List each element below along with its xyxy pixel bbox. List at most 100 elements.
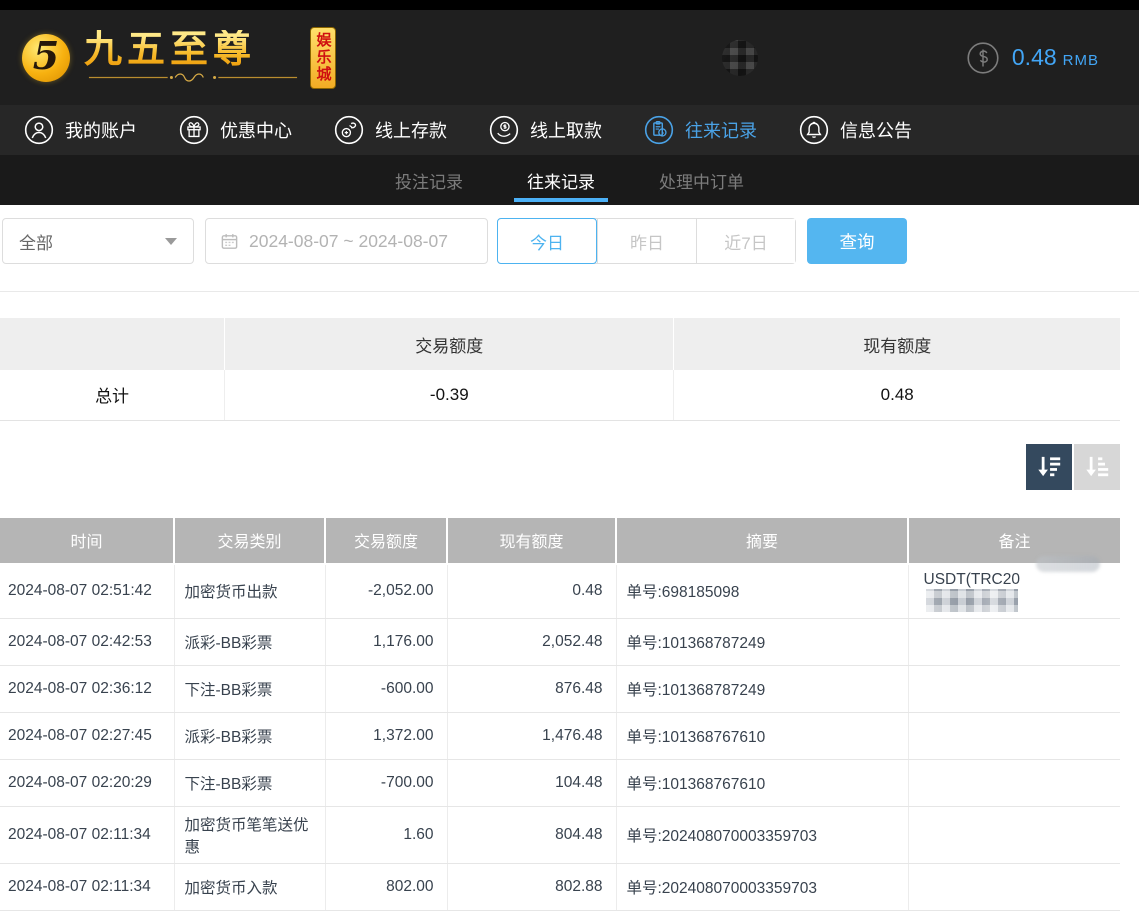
quick-range-button-2[interactable]: 近7日 <box>696 219 795 263</box>
records-col-header-1: 交易类别 <box>174 518 325 564</box>
nav-item-online-deposit[interactable]: 线上存款 <box>334 115 447 145</box>
nav-item-label: 优惠中心 <box>220 117 292 143</box>
user-icon <box>24 115 54 145</box>
tab-bet-records[interactable]: 投注记录 <box>382 155 476 205</box>
cell-remark <box>908 806 1120 863</box>
chevron-down-icon <box>165 238 177 245</box>
calendar-icon <box>220 232 239 251</box>
cell-summary: 单号:101368767610 <box>616 712 908 759</box>
cell-type: 派彩-BB彩票 <box>174 618 325 665</box>
summary-trade-total: -0.39 <box>225 370 674 420</box>
logo-monogram-icon: 5 <box>22 34 70 82</box>
cell-amount: 802.00 <box>325 863 447 910</box>
cell-remark <box>908 863 1120 910</box>
top-strip <box>0 0 1139 10</box>
cell-remark <box>908 712 1120 759</box>
cell-type: 加密货币入款 <box>174 863 325 910</box>
records-col-header-2: 交易额度 <box>325 518 447 564</box>
date-range-input[interactable]: 2024-08-07 ~ 2024-08-07 <box>205 218 488 264</box>
table-row: 2024-08-07 02:27:45派彩-BB彩票1,372.001,476.… <box>0 712 1120 759</box>
table-row: 2024-08-07 02:36:12下注-BB彩票-600.00876.48单… <box>0 665 1120 712</box>
redaction-smudge <box>1036 556 1100 572</box>
cell-time: 2024-08-07 02:51:42 <box>0 564 174 619</box>
cell-time: 2024-08-07 02:11:34 <box>0 863 174 910</box>
cell-amount: -700.00 <box>325 759 447 806</box>
sort-descending-button[interactable] <box>1026 444 1072 490</box>
cell-summary: 单号:101368787249 <box>616 618 908 665</box>
records-header-row: 时间交易类别交易额度现有额度摘要备注 <box>0 518 1120 564</box>
table-row: 2024-08-07 02:51:42加密货币出款-2,052.000.48单号… <box>0 564 1120 619</box>
withdraw-icon <box>489 115 519 145</box>
cell-type: 下注-BB彩票 <box>174 759 325 806</box>
nav-item-transaction-records[interactable]: 往来记录 <box>644 115 757 145</box>
cell-amount: -2,052.00 <box>325 564 447 619</box>
brand-badge: 娱乐城 <box>310 27 336 89</box>
brand-name: 九五至尊 <box>84 30 302 72</box>
site-header: 5 九五至尊 娱乐城 0.48RMB <box>0 10 1139 105</box>
site-logo[interactable]: 5 九五至尊 娱乐城 <box>22 27 336 89</box>
user-chip[interactable] <box>722 40 900 76</box>
cell-remark <box>908 759 1120 806</box>
cell-time: 2024-08-07 02:11:34 <box>0 806 174 863</box>
quick-range-button-1[interactable]: 昨日 <box>597 219 696 263</box>
nav-item-online-withdraw[interactable]: 线上取款 <box>489 115 602 145</box>
cell-summary: 单号:101368787249 <box>616 665 908 712</box>
category-select-value: 全部 <box>19 229 53 254</box>
balance-amount: 0.48 <box>1012 44 1057 70</box>
nav-item-label: 往来记录 <box>685 117 757 143</box>
table-row: 2024-08-07 02:20:29下注-BB彩票-700.00104.48单… <box>0 759 1120 806</box>
category-select[interactable]: 全部 <box>2 218 194 264</box>
sort-descending-icon <box>1033 451 1065 483</box>
cell-time: 2024-08-07 02:20:29 <box>0 759 174 806</box>
summary-col-header-1: 交易额度 <box>225 318 674 370</box>
cell-balance: 876.48 <box>447 665 616 712</box>
tab-transaction-records[interactable]: 往来记录 <box>514 155 608 205</box>
balance-chip: 0.48RMB <box>966 41 1099 75</box>
subtab-bar: 投注记录往来记录处理中订单 <box>0 155 1139 205</box>
summary-col-header-2: 现有额度 <box>674 318 1120 370</box>
records-body: 2024-08-07 02:51:42加密货币出款-2,052.000.48单号… <box>0 564 1120 911</box>
cell-remark <box>908 618 1120 665</box>
cell-balance: 104.48 <box>447 759 616 806</box>
quick-range-group: 今日昨日近7日 <box>497 218 796 264</box>
cell-balance: 1,476.48 <box>447 712 616 759</box>
sort-controls <box>0 444 1120 490</box>
avatar <box>722 40 758 76</box>
remark-redacted <box>926 589 1018 612</box>
nav-item-my-account[interactable]: 我的账户 <box>24 115 137 145</box>
tab-processing-orders[interactable]: 处理中订单 <box>646 155 757 205</box>
cell-time: 2024-08-07 02:42:53 <box>0 618 174 665</box>
cell-time: 2024-08-07 02:27:45 <box>0 712 174 759</box>
username-redacted <box>768 44 900 72</box>
cell-type: 下注-BB彩票 <box>174 665 325 712</box>
records-col-header-0: 时间 <box>0 518 174 564</box>
table-row: 2024-08-07 02:11:34加密货币笔笔送优惠1.60804.48单号… <box>0 806 1120 863</box>
cell-remark <box>908 665 1120 712</box>
records-table: 时间交易类别交易额度现有额度摘要备注 2024-08-07 02:51:42加密… <box>0 518 1120 911</box>
cell-summary: 单号:202408070003359703 <box>616 806 908 863</box>
summary-total-label: 总计 <box>0 370 225 420</box>
filter-bar: 全部 2024-08-07 ~ 2024-08-07 今日昨日近7日 查询 <box>2 218 1139 264</box>
summary-col-header-0 <box>0 318 225 370</box>
records-col-header-3: 现有额度 <box>447 518 616 564</box>
cell-balance: 0.48 <box>447 564 616 619</box>
dollar-coin-icon <box>966 41 1000 75</box>
sort-ascending-button[interactable] <box>1074 444 1120 490</box>
deposit-icon <box>334 115 364 145</box>
sort-ascending-icon <box>1081 451 1113 483</box>
cell-time: 2024-08-07 02:36:12 <box>0 665 174 712</box>
search-button[interactable]: 查询 <box>807 218 907 264</box>
cell-balance: 802.88 <box>447 863 616 910</box>
nav-item-label: 线上存款 <box>375 117 447 143</box>
cell-amount: 1,372.00 <box>325 712 447 759</box>
nav-item-promo-center[interactable]: 优惠中心 <box>179 115 292 145</box>
main-nav: 我的账户 优惠中心 线上存款 线上取款 往来记录 信息公告 <box>0 105 1139 155</box>
nav-item-announcements[interactable]: 信息公告 <box>799 115 912 145</box>
cell-amount: 1,176.00 <box>325 618 447 665</box>
summary-table: 交易额度现有额度 总计-0.390.48 <box>0 318 1120 421</box>
summary-total-row: 总计-0.390.48 <box>0 370 1120 420</box>
flourish-ornament-icon <box>84 70 302 85</box>
quick-range-button-0[interactable]: 今日 <box>497 218 597 264</box>
table-row: 2024-08-07 02:11:34加密货币入款802.00802.88单号:… <box>0 863 1120 910</box>
cell-balance: 2,052.48 <box>447 618 616 665</box>
